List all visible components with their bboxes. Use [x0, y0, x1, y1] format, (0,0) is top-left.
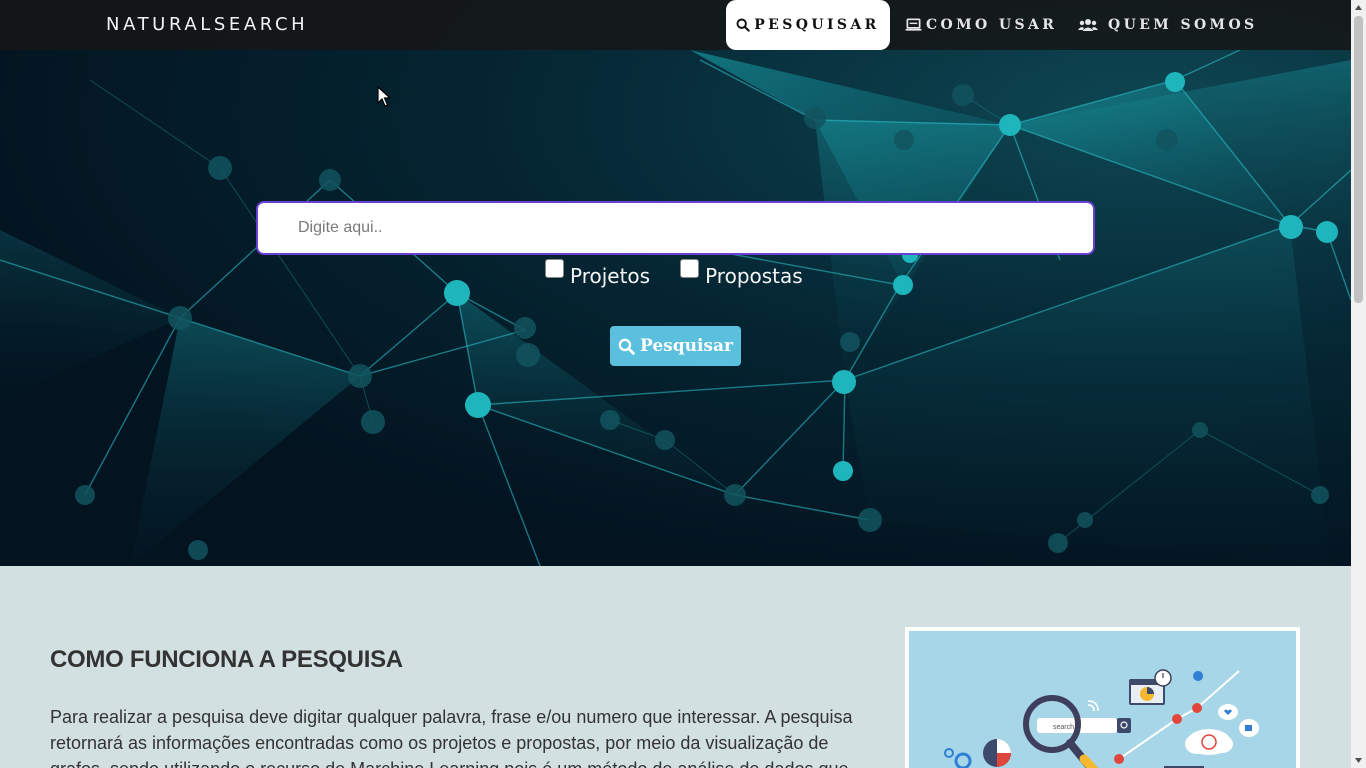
chevron-up-icon	[1355, 5, 1362, 10]
search-input[interactable]	[256, 201, 1095, 255]
checkbox-propostas[interactable]: Propostas	[680, 258, 803, 288]
nav-quem-somos[interactable]: QUEM SOMOS	[1078, 0, 1258, 50]
laptop-icon	[905, 18, 922, 31]
propostas-label: Propostas	[705, 264, 803, 288]
projetos-label: Projetos	[570, 264, 651, 288]
section-title: COMO FUNCIONA A PESQUISA	[50, 646, 403, 673]
search-icon	[736, 18, 750, 32]
page-scrollbar[interactable]	[1351, 0, 1366, 768]
search-button[interactable]: Pesquisar	[610, 326, 741, 366]
nav-quem-somos-label: QUEM SOMOS	[1108, 17, 1258, 33]
checkbox-projetos[interactable]: Projetos	[545, 258, 650, 288]
scroll-thumb[interactable]	[1354, 16, 1363, 303]
nav-pesquisar-label: PESQUISAR	[754, 17, 880, 33]
search-icon	[618, 338, 635, 355]
propostas-checkbox[interactable]	[680, 259, 700, 278]
nav-pesquisar[interactable]: PESQUISAR	[726, 0, 890, 50]
search-button-label: Pesquisar	[640, 336, 733, 356]
navbar: NATURALSEARCH PESQUISAR COMO USAR QUEM S…	[0, 0, 1351, 50]
users-icon	[1078, 19, 1098, 31]
scroll-down-arrow[interactable]	[1351, 753, 1366, 768]
search-illustration: search...	[905, 627, 1300, 768]
brand-logo[interactable]: NATURALSEARCH	[106, 14, 308, 35]
projetos-checkbox[interactable]	[545, 259, 564, 278]
section-description: Para realizar a pesquisa deve digitar qu…	[50, 707, 853, 768]
scroll-up-arrow[interactable]	[1351, 0, 1366, 15]
nav-como-usar-label: COMO USAR	[926, 17, 1058, 33]
chevron-down-icon	[1355, 758, 1362, 763]
filter-checkboxes: Projetos Propostas	[545, 258, 833, 288]
illustration-graphic: search...	[944, 669, 1259, 768]
mouse-cursor-icon	[377, 86, 391, 107]
nav-como-usar[interactable]: COMO USAR	[905, 0, 1057, 50]
